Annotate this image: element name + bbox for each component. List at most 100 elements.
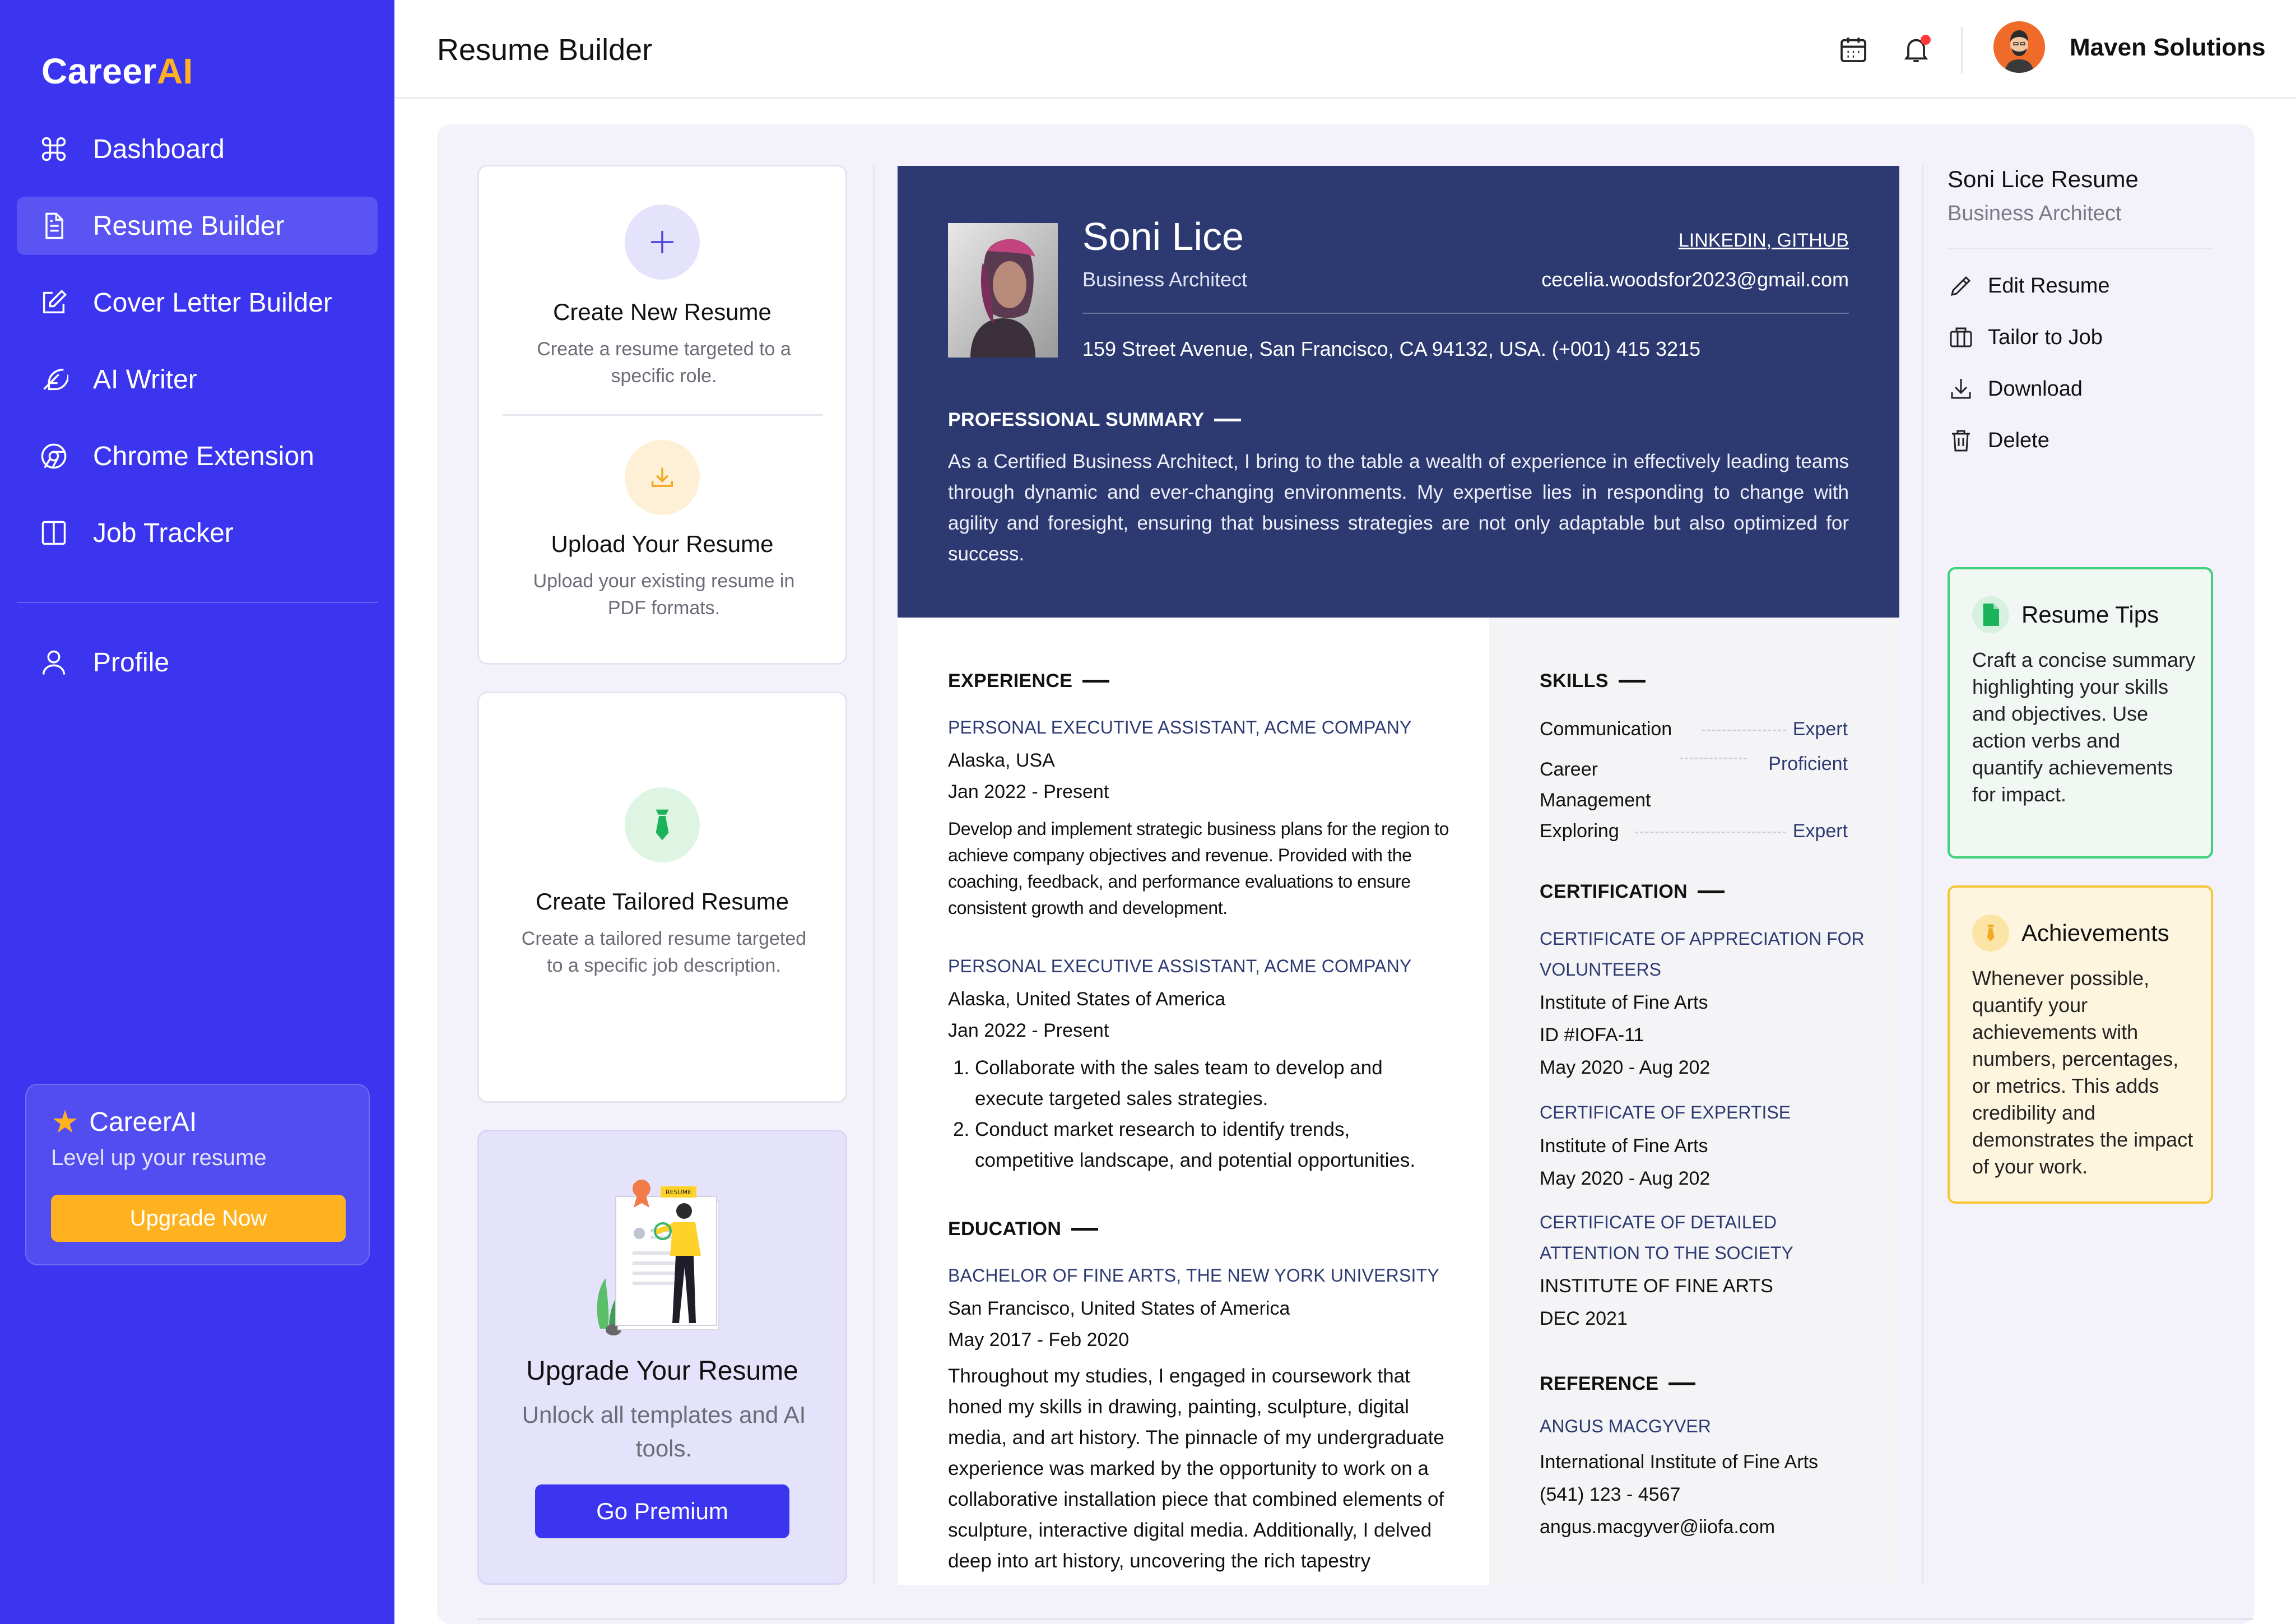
tailored-resume-desc: Create a tailored resume targeted to a s… — [521, 928, 807, 976]
top-header: Resume Builder Maven Solutions — [394, 0, 2296, 99]
action-label: Download — [1988, 377, 2083, 401]
go-premium-button[interactable]: Go Premium — [535, 1484, 789, 1538]
resume-main-column: EXPERIENCE PERSONAL EXECUTIVE ASSISTANT,… — [898, 618, 1489, 1585]
resume-preview: Soni Lice Business Architect LINKEDIN, G… — [898, 166, 1899, 1585]
panel-subtitle: Business Architect — [1948, 202, 2122, 225]
panel-title: Soni Lice Resume — [1948, 166, 2139, 192]
skill-name: Career Management — [1540, 759, 1651, 811]
sidebar-item-profile[interactable]: Profile — [17, 633, 378, 692]
reference-phone: (541) 123 - 4567 — [1540, 1484, 1681, 1505]
resume-side-column: SKILLS Communication Expert Career Manag… — [1489, 618, 1899, 1585]
edit-resume-action[interactable]: Edit Resume — [1948, 272, 2110, 299]
user-icon — [42, 650, 66, 675]
tips-title: Resume Tips — [2021, 601, 2159, 628]
download-tray-icon — [625, 440, 700, 515]
cert-line: INSTITUTE OF FINE ARTS — [1540, 1275, 1773, 1297]
education-description: Throughout my studies, I engaged in cour… — [948, 1365, 1444, 1572]
skill-leader — [1680, 758, 1747, 759]
main-canvas: Create New Resume Create a resume target… — [437, 124, 2255, 1624]
job-description: Develop and implement strategic business… — [948, 819, 1449, 918]
cert-title: CERTIFICATE OF DETAILED ATTENTION TO THE… — [1540, 1212, 1793, 1263]
tie-icon — [1972, 915, 2009, 952]
skill-row: Exploring Expert — [1540, 820, 1848, 842]
brand-name-accent: AI — [156, 51, 193, 91]
sidebar-item-label: Resume Builder — [93, 211, 285, 241]
command-icon — [41, 137, 66, 161]
tailor-to-job-action[interactable]: Tailor to Job — [1948, 324, 2103, 351]
avatar[interactable] — [1993, 21, 2045, 73]
upgrade-now-button[interactable]: Upgrade Now — [51, 1195, 346, 1242]
skill-leader — [1635, 832, 1786, 833]
download-action[interactable]: Download — [1948, 375, 2083, 402]
upgrade-resume-card: RESUME Upgrade Your Resume Unlock all te… — [477, 1130, 847, 1585]
feather-icon — [43, 368, 68, 391]
skill-level: Expert — [1792, 820, 1848, 842]
job-title: PERSONAL EXECUTIVE ASSISTANT, ACME COMPA… — [948, 717, 1412, 737]
resume-header: Soni Lice Business Architect LINKEDIN, G… — [898, 166, 1899, 618]
sidebar-item-label: Chrome Extension — [93, 441, 314, 471]
chrome-icon — [41, 443, 67, 469]
job-location: Alaska, United States of America — [948, 989, 1226, 1010]
sidebar-profile: Profile — [17, 633, 378, 710]
cert-line: May 2020 - Aug 202 — [1540, 1057, 1711, 1078]
sidebar-item-label: Cover Letter Builder — [93, 287, 332, 318]
pencil-icon — [1950, 276, 1971, 296]
sidebar-item-label: Job Tracker — [93, 518, 234, 548]
page-title: Resume Builder — [437, 33, 653, 67]
tailored-resume-title: Create Tailored Resume — [535, 888, 789, 915]
profile-photo — [948, 223, 1058, 358]
resume-badge-text: RESUME — [666, 1189, 691, 1196]
sidebar-item-dashboard[interactable]: Dashboard — [17, 120, 378, 178]
skill-name: Communication — [1540, 718, 1672, 740]
brand-logo[interactable]: CareerAI — [41, 50, 193, 92]
promo-title-text: CareerAI — [89, 1107, 197, 1137]
resume-illustration: RESUME — [597, 1180, 719, 1335]
action-label: Delete — [1988, 428, 2049, 452]
achievements-heading: Achievements — [1972, 915, 2169, 952]
file-icon — [1972, 596, 2009, 633]
job-bullet: Conduct market research to identify tren… — [975, 1114, 1452, 1176]
cert-title: CERTIFICATE OF EXPERTISE — [1540, 1102, 1791, 1122]
action-label: Edit Resume — [1988, 273, 2110, 298]
sidebar-item-ai-writer[interactable]: AI Writer — [17, 350, 378, 409]
upload-resume-title: Upload Your Resume — [551, 531, 774, 557]
sidebar-item-job-tracker[interactable]: Job Tracker — [17, 504, 378, 562]
create-tailored-resume-card[interactable]: Create Tailored Resume Create a tailored… — [477, 692, 847, 1103]
skill-name: Exploring — [1540, 820, 1619, 842]
tips-body: Craft a concise summary highlighting you… — [1972, 648, 2196, 806]
column-divider — [873, 165, 875, 1585]
calendar-icon[interactable] — [1838, 34, 1869, 65]
resume-email: cecelia.woodsfor2023@gmail.com — [1541, 268, 1849, 291]
plus-icon — [625, 205, 700, 280]
certification-heading: CERTIFICATION — [1540, 881, 1725, 903]
cert-line: May 2020 - Aug 202 — [1540, 1168, 1711, 1189]
cert-line: Institute of Fine Arts — [1540, 992, 1708, 1013]
edit-icon — [43, 289, 67, 314]
social-links[interactable]: LINKEDIN, GITHUB — [1679, 230, 1849, 252]
panel-divider — [1948, 248, 2213, 249]
create-new-resume-title: Create New Resume — [553, 299, 771, 325]
bell-icon[interactable] — [1900, 34, 1932, 65]
sidebar-item-resume-builder[interactable]: Resume Builder — [17, 197, 378, 255]
tips-heading: Resume Tips — [1972, 596, 2159, 633]
user-name[interactable]: Maven Solutions — [2070, 34, 2266, 62]
sidebar-item-chrome-extension[interactable]: Chrome Extension — [17, 427, 378, 485]
create-new-resume-desc: Create a resume targeted to a specific r… — [537, 338, 791, 387]
summary-text: As a Certified Business Architect, I bri… — [948, 451, 1849, 565]
delete-action[interactable]: Delete — [1948, 427, 2049, 454]
experience-heading: EXPERIENCE — [948, 670, 1109, 692]
action-label: Tailor to Job — [1988, 325, 2103, 349]
job-title: PERSONAL EXECUTIVE ASSISTANT, ACME COMPA… — [948, 956, 1412, 976]
upgrade-resume-title: Upgrade Your Resume — [526, 1356, 798, 1386]
skill-row: Career Management Proficient — [1540, 753, 1848, 816]
reference-name: ANGUS MACGYVER — [1540, 1416, 1711, 1436]
card-divider — [503, 414, 823, 416]
sidebar-item-cover-letter-builder[interactable]: Cover Letter Builder — [17, 273, 378, 332]
sidebar-item-label: AI Writer — [93, 364, 197, 395]
education-title: BACHELOR OF FINE ARTS, THE NEW YORK UNIV… — [948, 1265, 1439, 1286]
upgrade-resume-desc: Unlock all templates and AI tools. — [522, 1402, 806, 1461]
sidebar-item-label: Profile — [93, 647, 170, 678]
briefcase-icon — [1950, 327, 1972, 347]
star-icon: ★ — [51, 1104, 80, 1139]
tie-icon — [625, 787, 700, 862]
